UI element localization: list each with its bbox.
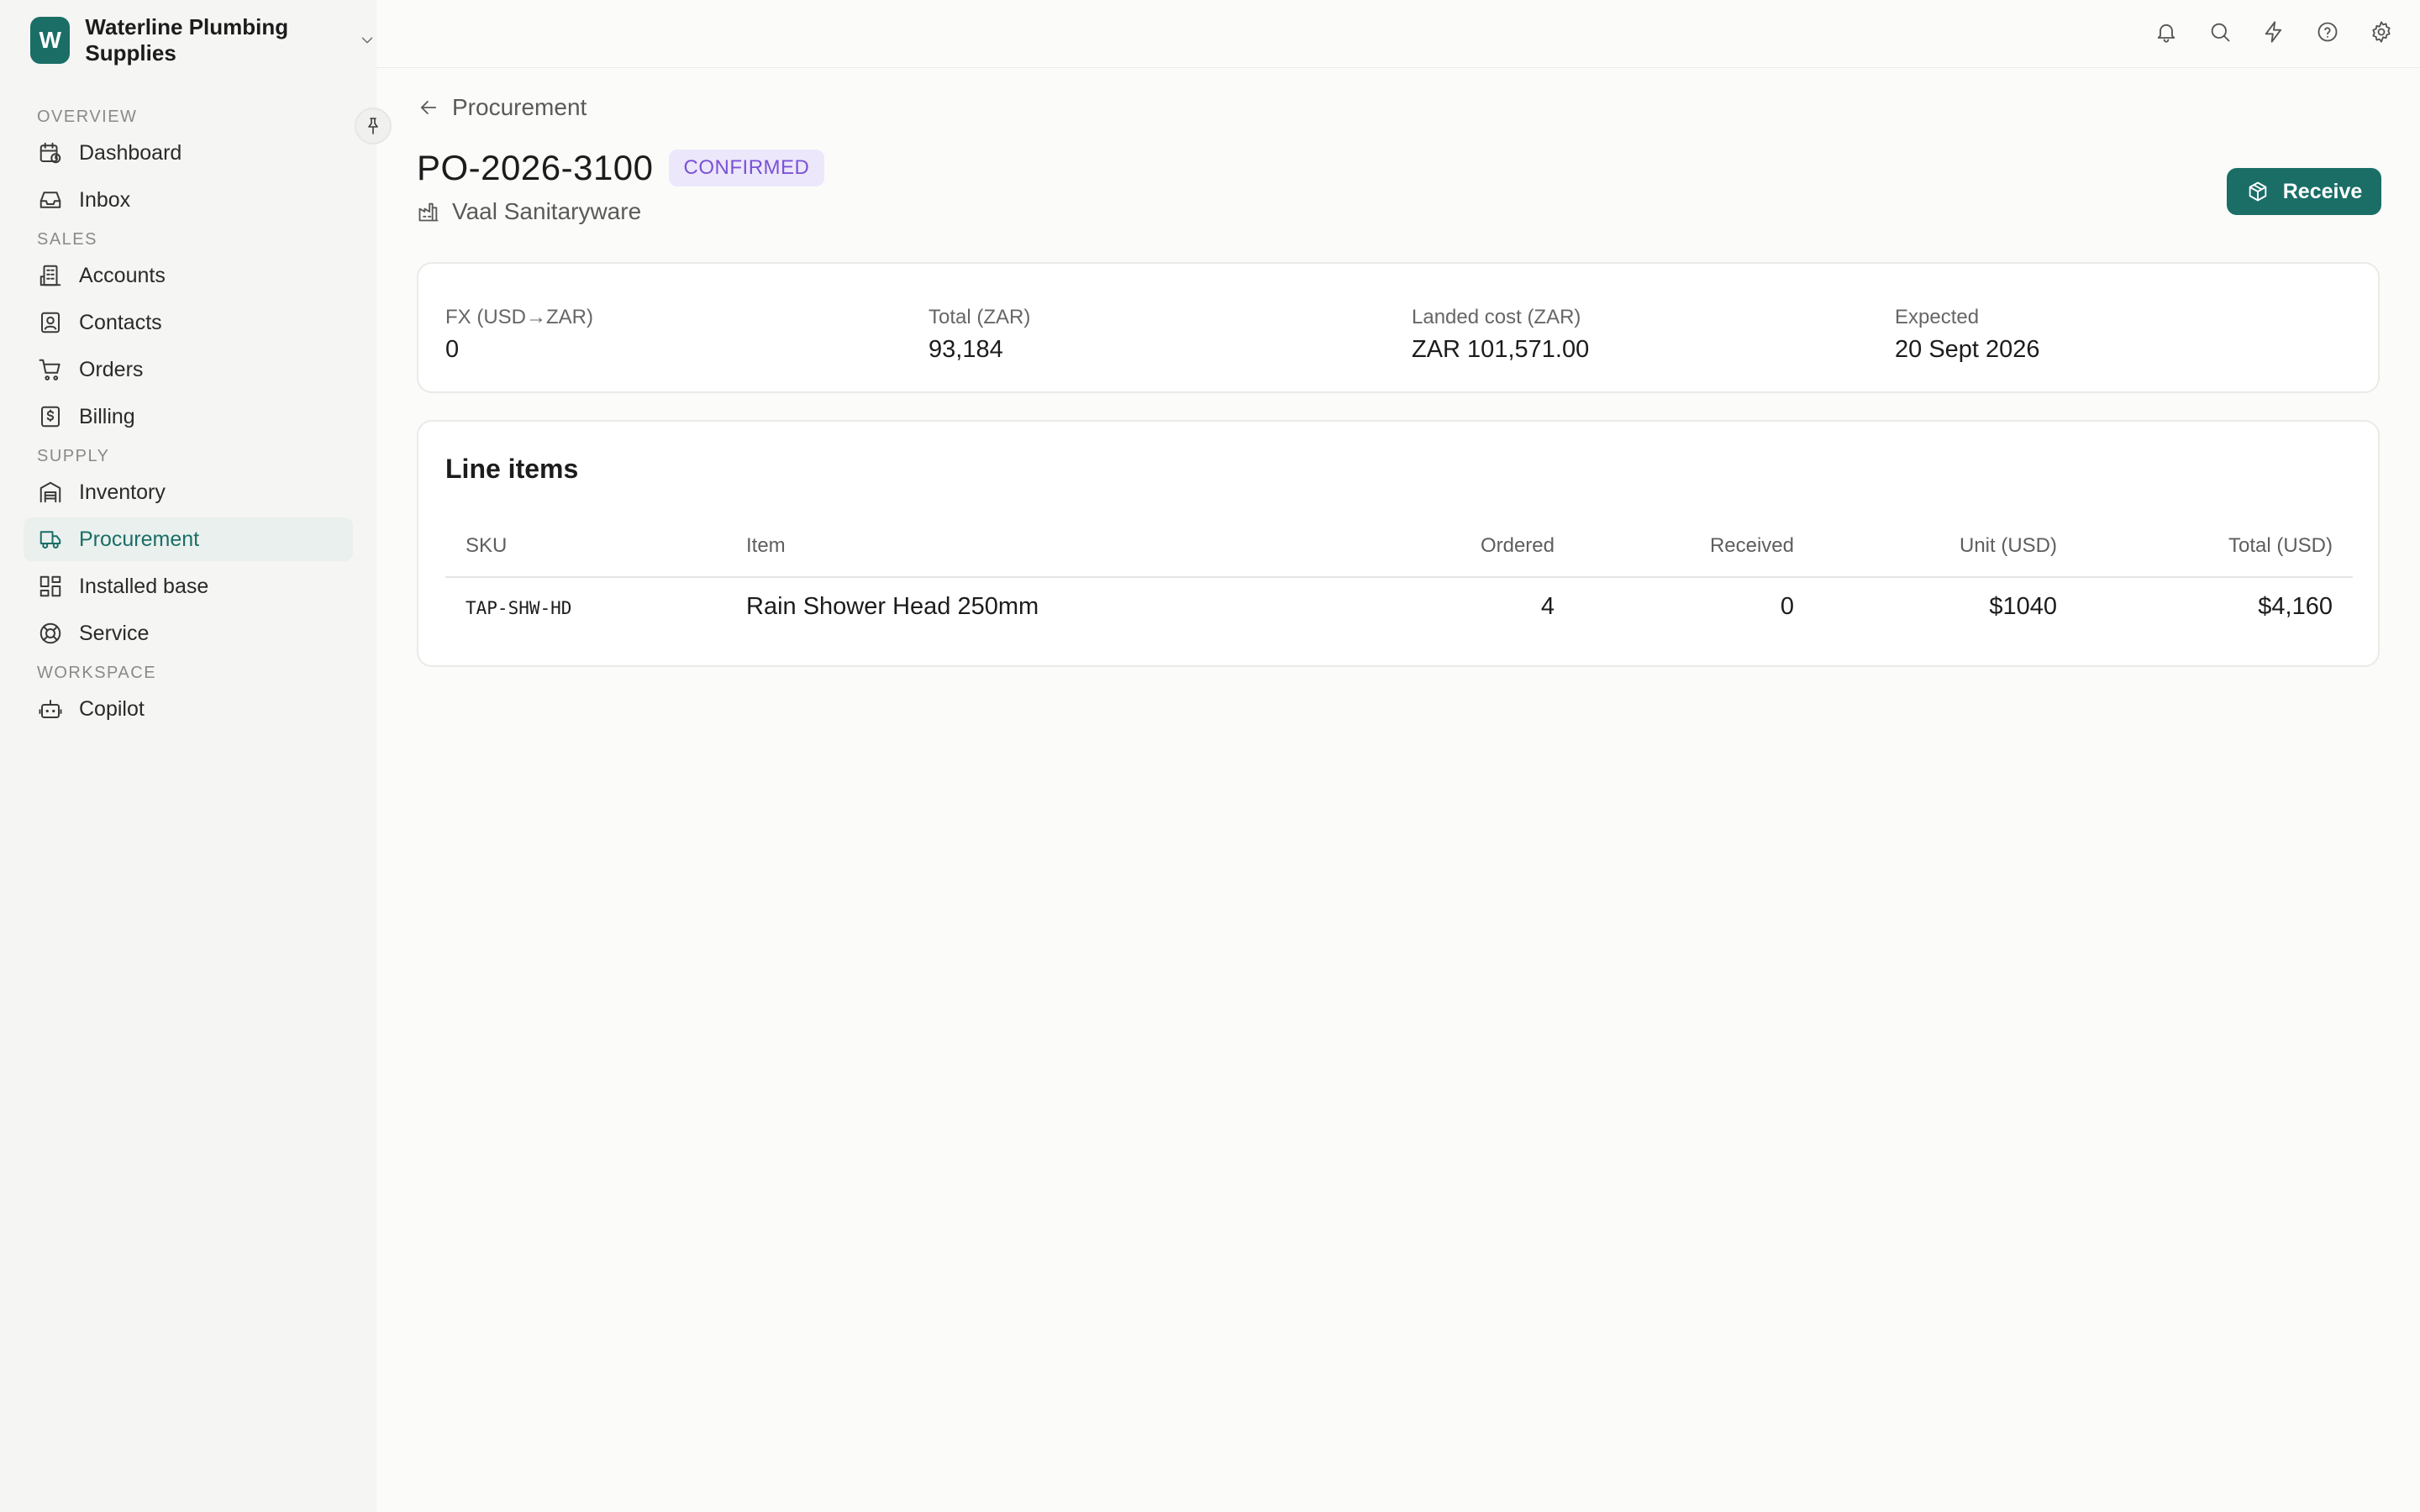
stat-label: Total (ZAR) [929,306,1031,328]
sidebar-item-label: Inventory [79,480,166,504]
dollar-doc-icon [37,403,64,430]
table-header: SKU Item Ordered Received Unit (USD) Tot… [445,529,2353,578]
sidebar-item-label: Contacts [79,310,162,334]
topbar-divider [376,67,2420,68]
workspace-logo: W [30,17,71,64]
inbox-icon [37,186,64,213]
warehouse-icon [37,479,64,506]
cell-item: Rain Shower Head 250mm [746,593,1039,620]
sidebar-item-label: Procurement [79,527,200,551]
sidebar-item-label: Copilot [79,696,145,721]
stat-fx: FX (USD→ZAR) 0 [445,306,593,364]
arrow-left-icon [417,96,440,119]
chevron-down-icon [358,31,376,50]
back-link-label: Procurement [452,94,587,120]
sidebar-item-label: Dashboard [79,140,182,165]
sidebar-item-accounts[interactable]: Accounts [24,254,353,297]
sidebar-item-inventory[interactable]: Inventory [24,470,353,514]
grid-icon [37,573,64,600]
factory-icon [417,200,440,223]
stat-landed-cost: Landed cost (ZAR) ZAR 101,571.00 [1412,306,1589,364]
sidebar-item-copilot[interactable]: Copilot [24,687,353,731]
stat-label: Expected [1895,306,1980,328]
column-header-total: Total (USD) [2228,534,2333,557]
bot-icon [37,696,64,722]
topbar-actions [2151,17,2396,47]
bell-icon[interactable] [2151,17,2181,47]
cart-icon [37,356,64,383]
stat-total-zar: Total (ZAR) 93,184 [929,306,1030,364]
column-header-sku: SKU [466,534,508,557]
sidebar-item-billing[interactable]: Billing [24,395,353,438]
sidebar-item-dashboard[interactable]: Dashboard [24,131,353,175]
truck-icon [37,526,64,553]
stat-value: 20 Sept 2026 [1895,336,2040,363]
nav-section-overview: OVERVIEW [37,108,138,126]
sidebar-item-label: Service [79,621,150,645]
stat-label: Landed cost (ZAR) [1412,306,1581,328]
column-header-received: Received [1709,534,1794,557]
pin-icon [363,116,383,136]
receive-button-label: Receive [2282,179,2363,203]
column-header-unit: Unit (USD) [1959,534,2057,557]
gear-icon[interactable] [2366,17,2396,47]
back-link[interactable]: Procurement [417,94,587,121]
cell-sku: TAP-SHW-HD [466,598,572,618]
sidebar-item-label: Accounts [79,263,166,287]
sidebar-item-contacts[interactable]: Contacts [24,301,353,344]
line-items-table: SKU Item Ordered Received Unit (USD) Tot… [445,529,2353,640]
lightning-icon[interactable] [2259,17,2289,47]
column-header-ordered: Ordered [1480,534,1555,557]
sidebar-item-installed-base[interactable]: Installed base [24,564,353,608]
sidebar-item-orders[interactable]: Orders [24,348,353,391]
table-row[interactable]: TAP-SHW-HD Rain Shower Head 250mm 4 0 $1… [445,578,2353,640]
sidebar-item-label: Inbox [79,187,131,212]
sidebar: W Waterline Plumbing Supplies OVERVIEW D… [0,0,392,1512]
sidebar-item-service[interactable]: Service [24,612,353,655]
stat-value: ZAR 101,571.00 [1412,336,1590,363]
workspace-name: Waterline Plumbing Supplies [85,14,289,66]
summary-stats-card: FX (USD→ZAR) 0 Total (ZAR) 93,184 Landed… [417,262,2380,393]
nav-section-sales: SALES [37,230,97,249]
sidebar-item-inbox[interactable]: Inbox [24,178,353,222]
pin-sidebar-button[interactable] [355,108,392,144]
package-icon [2246,180,2270,203]
cell-unit: $1040 [1989,593,2057,620]
stat-expected: Expected 20 Sept 2026 [1895,306,2040,364]
sidebar-item-label: Billing [79,404,135,428]
sidebar-nav: OVERVIEW Dashboard Inbox SALES Accounts … [24,99,353,734]
receive-button[interactable]: Receive [2227,168,2381,215]
stat-value: 0 [445,336,460,363]
po-number: PO-2026-3100 [417,148,654,187]
nav-section-supply: SUPPLY [37,447,110,465]
cell-ordered: 4 [1540,593,1555,620]
nav-section-workspace: WORKSPACE [37,664,157,682]
calendar-clock-icon [37,139,64,166]
lifebuoy-icon [37,620,64,647]
workspace-switcher[interactable]: W Waterline Plumbing Supplies [30,14,376,66]
supplier-link[interactable]: Vaal Sanitaryware [417,198,641,225]
line-items-title: Line items [445,454,579,484]
cell-total: $4,160 [2258,593,2333,620]
status-badge: CONFIRMED [668,150,825,186]
sidebar-item-procurement[interactable]: Procurement [24,517,353,561]
search-icon[interactable] [2205,17,2235,47]
column-header-item: Item [746,534,786,557]
contact-icon [37,309,64,336]
stat-value: 93,184 [929,336,1003,363]
sidebar-item-label: Orders [79,357,144,381]
page-title: PO-2026-3100 CONFIRMED [417,148,825,188]
help-icon[interactable] [2312,17,2343,47]
line-items-card: Line items SKU Item Ordered Received Uni… [417,420,2380,667]
cell-received: 0 [1780,593,1794,620]
sidebar-item-label: Installed base [79,574,209,598]
stat-label: FX (USD→ZAR) [445,306,593,328]
supplier-name: Vaal Sanitaryware [452,198,642,224]
building-icon [37,262,64,289]
